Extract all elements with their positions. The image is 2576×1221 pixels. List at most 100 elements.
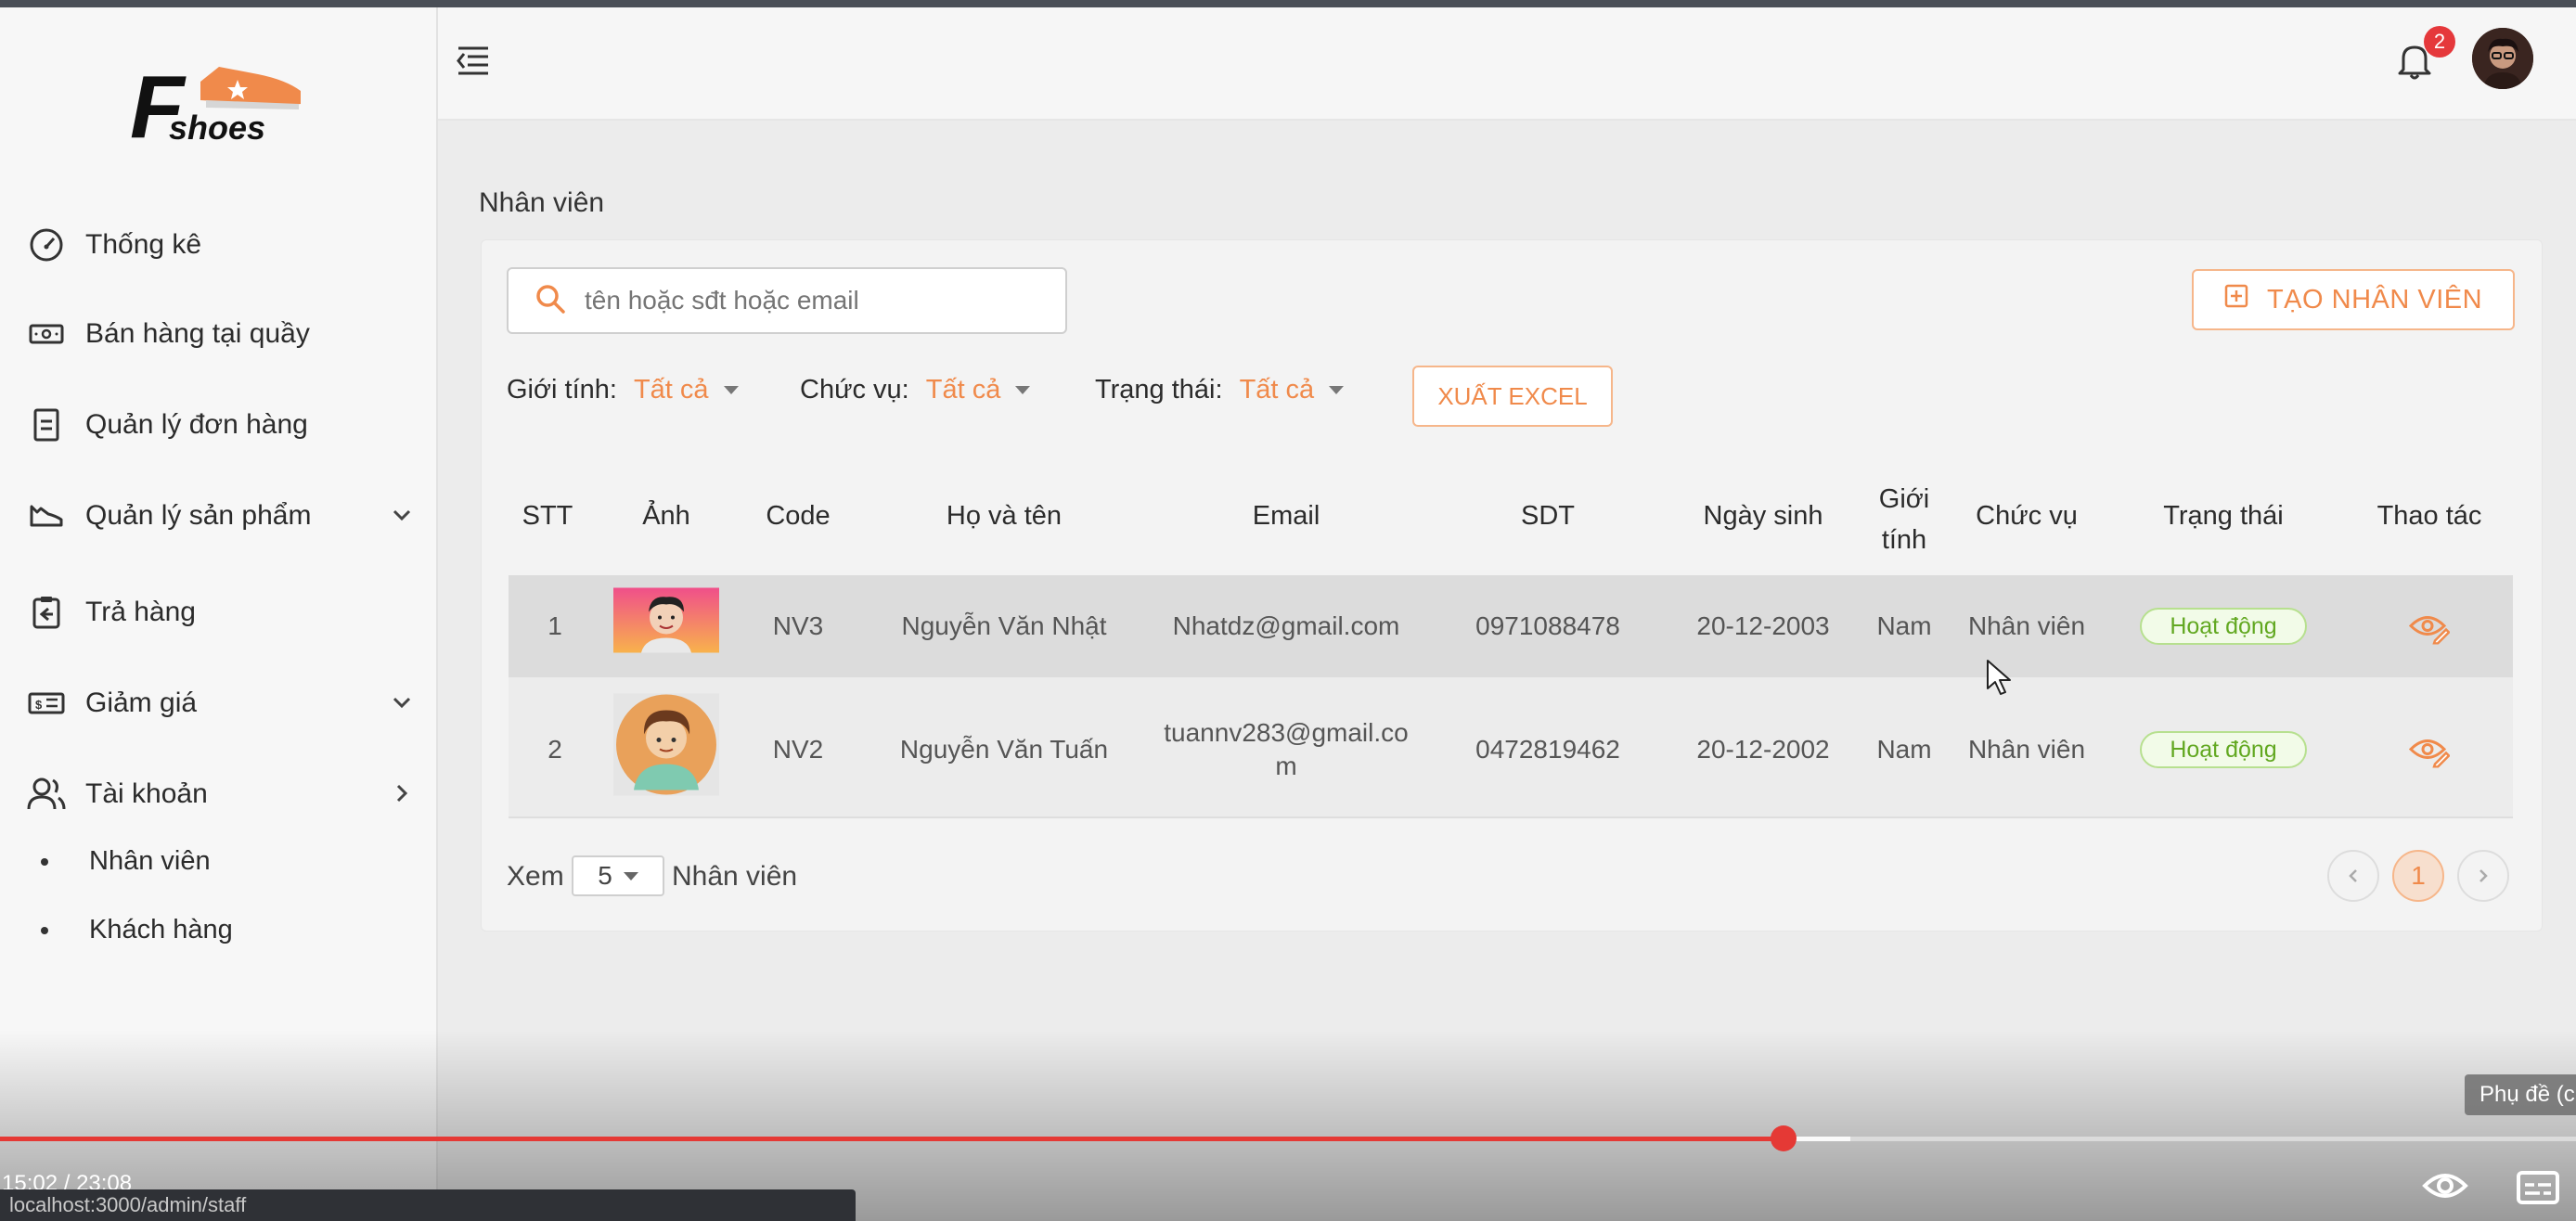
create-staff-label: TẠO NHÂN VIÊN	[2266, 284, 2483, 315]
cell-gender: Nam	[1876, 735, 1932, 764]
caret-down-icon[interactable]	[723, 386, 739, 394]
cell-code: NV2	[772, 735, 824, 764]
sidebar-item-label: Trả hàng	[85, 597, 196, 627]
chevron-down-icon[interactable]	[388, 501, 416, 536]
filter-value[interactable]: Tất cả	[1240, 375, 1315, 405]
cell-phone: 0472819462	[1475, 735, 1620, 764]
plus-square-icon	[2224, 284, 2248, 315]
chevron-left-icon	[2349, 869, 2357, 882]
column-header: Họ và tên	[946, 501, 1063, 531]
column-header-gender: Giới tính	[1878, 484, 1930, 555]
return-icon	[26, 592, 67, 633]
sidebar-subitem-staff[interactable]: Nhân viên	[41, 846, 211, 877]
menu-collapse-icon[interactable]	[455, 45, 492, 83]
cell-stt: 1	[547, 611, 562, 640]
sidebar-item-pos[interactable]: Bán hàng tại quầy	[26, 306, 416, 362]
sidebar-item-returns[interactable]: Trả hàng	[26, 585, 416, 640]
caret-down-icon[interactable]	[1015, 386, 1031, 394]
filter-label: Giới tính:	[507, 375, 617, 405]
column-header: Email	[1252, 501, 1320, 531]
cash-icon	[26, 314, 67, 354]
shoe-icon	[26, 495, 67, 536]
document-icon	[26, 405, 67, 445]
create-staff-button[interactable]: TẠO NHÂN VIÊN	[2192, 269, 2515, 330]
column-header: STT	[522, 501, 573, 531]
caret-down-icon[interactable]	[1329, 386, 1345, 394]
page-size-prefix: Xem	[507, 861, 564, 892]
notification-badge: 2	[2424, 26, 2455, 58]
cell-email: tuannv283@gmail.co m	[1164, 718, 1409, 780]
search-icon	[535, 283, 566, 319]
search-box[interactable]	[507, 267, 1067, 334]
sidebar-item-orders[interactable]: Quản lý đơn hàng	[26, 397, 416, 453]
bullet-icon	[41, 926, 48, 934]
page-number-button[interactable]: 1	[2392, 850, 2444, 902]
sidebar-item-label: Quản lý sản phẩm	[85, 500, 312, 531]
brand-logo[interactable]: F shoes	[128, 46, 314, 157]
column-header: Thao tác	[2376, 501, 2482, 531]
browser-top-strip	[0, 0, 2576, 7]
filter-label: Trạng thái:	[1095, 375, 1223, 405]
sidebar-item-label: Tài khoản	[85, 778, 208, 809]
column-header: Ngày sinh	[1703, 501, 1823, 531]
chevron-right-icon	[2479, 869, 2488, 882]
cell-phone: 0971088478	[1475, 611, 1620, 640]
cell-code: NV3	[772, 611, 824, 640]
cell-gender: Nam	[1876, 611, 1932, 640]
sidebar-subitem-label: Nhân viên	[89, 846, 211, 876]
page-size-value: 5	[598, 861, 612, 890]
cell-dob: 20-12-2003	[1696, 611, 1830, 640]
export-excel-button[interactable]: XUẤT EXCEL	[1412, 366, 1613, 427]
sidebar-item-label: Giảm giá	[85, 688, 198, 718]
cell-name: Nguyễn Văn Tuấn	[899, 735, 1109, 764]
column-header: SDT	[1521, 501, 1575, 531]
bullet-icon	[41, 857, 48, 866]
chevron-right-icon[interactable]	[388, 779, 416, 815]
column-header: Ảnh	[642, 501, 690, 531]
sidebar-item-discounts[interactable]: $ Giảm giá	[26, 675, 416, 731]
next-page-button[interactable]	[2457, 850, 2509, 902]
column-header: Trạng thái	[2163, 501, 2284, 531]
page-size-suffix: Nhân viên	[672, 861, 798, 892]
sidebar-subitem-label: Khách hàng	[89, 915, 233, 945]
top-header: 2	[438, 7, 2576, 121]
status-badge: Hoạt động	[2140, 608, 2307, 645]
staff-photo	[613, 693, 719, 801]
sidebar-item-label: Quản lý đơn hàng	[85, 409, 308, 440]
video-scrubber-handle[interactable]	[1771, 1125, 1797, 1151]
view-edit-icon[interactable]	[2408, 611, 2451, 649]
sidebar-item-statistics[interactable]: Thống kê	[26, 217, 416, 273]
cell-role: Nhân viên	[1967, 611, 2086, 640]
cell-dob: 20-12-2002	[1696, 735, 1830, 764]
sidebar-item-label: Bán hàng tại quầy	[85, 318, 310, 349]
sidebar-item-accounts[interactable]: Tài khoản	[26, 766, 416, 822]
filter-gender[interactable]: Giới tính: Tất cả	[507, 375, 739, 405]
chevron-down-icon[interactable]	[388, 688, 416, 724]
column-header: Code	[766, 501, 831, 531]
discount-icon: $	[26, 683, 67, 724]
cell-stt: 2	[547, 735, 562, 764]
filter-role[interactable]: Chức vụ: Tất cả	[800, 375, 1031, 405]
subtitle-tooltip: Phụ đề (c	[2465, 1074, 2576, 1115]
sidebar-subitem-customers[interactable]: Khách hàng	[41, 915, 233, 945]
staff-photo	[613, 587, 719, 658]
status-bar-url: localhost:3000/admin/staff	[0, 1189, 856, 1221]
sidebar-item-label: Thống kê	[85, 229, 202, 260]
sidebar-item-products[interactable]: Quản lý sản phẩm	[26, 488, 416, 544]
cell-role: Nhân viên	[1967, 735, 2086, 764]
view-edit-icon[interactable]	[2408, 735, 2451, 773]
user-avatar[interactable]	[2472, 28, 2533, 89]
filter-status[interactable]: Trạng thái: Tất cả	[1095, 375, 1345, 405]
filter-value[interactable]: Tất cả	[926, 375, 1001, 405]
video-progress-fill	[0, 1137, 1784, 1141]
search-input[interactable]	[583, 285, 1032, 316]
page-size-select[interactable]: 5	[572, 855, 664, 896]
prev-page-button[interactable]	[2327, 850, 2379, 902]
eye-icon[interactable]	[2422, 1167, 2468, 1209]
cell-email: Nhatdz@gmail.com	[1172, 611, 1400, 640]
page-title: Nhân viên	[479, 187, 605, 218]
status-badge: Hoạt động	[2140, 731, 2307, 768]
captions-icon[interactable]	[2517, 1171, 2559, 1209]
users-icon	[26, 774, 67, 815]
filter-value[interactable]: Tất cả	[634, 375, 709, 405]
